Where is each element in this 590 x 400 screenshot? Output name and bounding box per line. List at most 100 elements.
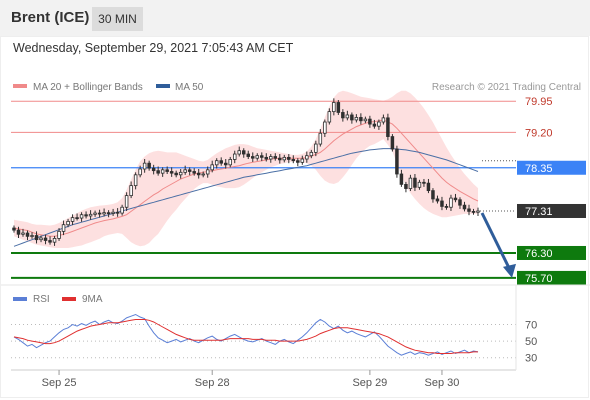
candle-down [192,171,196,174]
candle-up [237,150,241,155]
rsi-ma-legend-label: 9MA [82,294,103,305]
rsi-tick-label: 50 [525,336,537,348]
candle-up [228,159,232,166]
candle-down [165,169,169,172]
ma20-legend-label: MA 20 + Bollinger Bands [33,82,143,93]
candle-down [246,153,251,157]
candle-up [232,153,237,160]
rsi-legend-swatch [13,297,27,301]
x-tick-label: Sep 30 [425,377,460,389]
candle-down [251,156,255,159]
candle-down [196,172,201,176]
candle-down [422,181,426,184]
candle-down [156,170,160,174]
x-tick-label: Sep 25 [42,377,77,389]
candle-up [210,164,214,171]
candle-down [467,208,471,212]
candle-down [260,155,264,158]
forecast-arrow-head [503,263,516,278]
candle-up [30,235,34,237]
candle-up [408,177,413,189]
candle-down [372,123,377,127]
candle-down [390,136,395,150]
candle-down [453,197,458,201]
candle-up [39,237,43,241]
candle-up [21,232,25,235]
candle-up [300,158,305,163]
candle-down [12,227,16,231]
candle-up [305,155,309,160]
candle-up [111,211,115,214]
candle-down [241,150,246,155]
candle-up [138,168,142,176]
candle-up [133,174,138,187]
x-tick-label: Sep 29 [352,377,387,389]
candle-up [327,111,332,123]
candle-down [404,183,408,189]
candle-down [223,162,228,166]
candle-down [413,177,417,188]
candle-up [318,132,323,145]
candle-up [363,118,368,122]
candle-up [183,169,187,173]
candle-down [296,160,300,163]
price-panel: 79.95 79.20 78.35 77.31 76.30 75.70 [0,90,590,286]
candle-up [201,173,205,176]
candle-up [309,151,314,157]
candle-up [377,121,381,127]
candle-down [386,117,390,137]
candle-up [417,181,422,188]
candle-down [426,182,431,192]
candle-down [350,114,354,121]
candle-up [178,171,183,176]
level-label-support: 76.30 [525,248,553,260]
candle-up [314,143,318,153]
candle-up [332,102,336,113]
candle-down [34,235,39,241]
level-label-last: 77.31 [525,206,553,218]
candle-down [336,102,341,113]
candle-down [48,240,52,243]
candle-up [79,214,84,219]
candle-up [57,230,61,239]
candle-down [278,157,282,161]
candle-up [142,162,147,170]
candle-up [124,195,129,208]
level-label-support: 75.70 [525,273,553,285]
candle-up [160,169,165,174]
bollinger-band [14,90,478,248]
ma50-legend-label: MA 50 [175,82,204,93]
rsi-ma-legend-swatch [62,297,76,301]
candle-down [43,237,48,241]
candle-down [106,212,111,215]
level-label-pivot: 78.35 [525,163,553,175]
candle-up [282,156,287,161]
candle-down [187,169,192,172]
candle-down [147,162,151,169]
candle-down [174,172,178,176]
candle-down [431,190,435,200]
candle-down [399,173,404,185]
candle-up [323,121,327,134]
copyright-label: Research © 2021 Trading Central [432,82,581,93]
candle-up [88,213,93,217]
rsi-series-rsi [13,313,479,356]
candle-down [25,232,30,237]
candle-up [476,210,480,213]
candle-up [214,160,219,166]
candle-down [341,112,345,119]
candle-down [115,211,120,214]
candle-up [66,220,70,226]
ma50-legend-swatch [156,84,170,88]
candle-down [440,200,444,207]
rsi-tick-label: 30 [525,353,537,365]
candle-down [169,171,174,174]
candle-up [345,114,350,119]
candle-up [205,169,210,175]
candle-down [219,160,223,164]
forecast-arrow-shaft [480,212,512,271]
candle-up [269,156,273,160]
rsi-tick-label: 70 [525,319,537,331]
candle-down [462,204,467,210]
candle-up [61,224,66,232]
